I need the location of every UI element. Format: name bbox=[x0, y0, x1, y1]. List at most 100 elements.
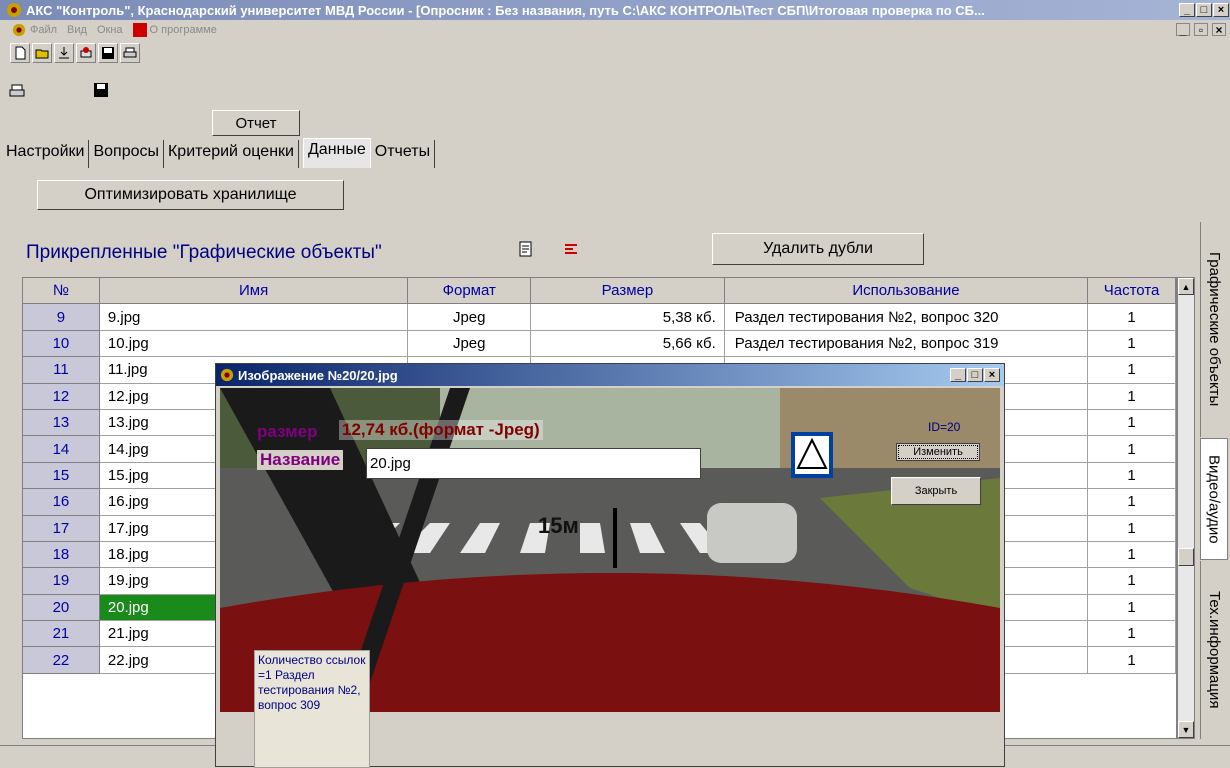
mdi-close-button[interactable]: × bbox=[1212, 23, 1226, 36]
side-tab-tech-info[interactable]: Тех.информация bbox=[1200, 561, 1228, 739]
row-number-cell[interactable]: 12 bbox=[23, 383, 100, 410]
export-icon[interactable] bbox=[54, 43, 74, 63]
row-number-cell[interactable]: 16 bbox=[23, 489, 100, 516]
frequency-cell[interactable]: 1 bbox=[1088, 357, 1176, 384]
menu-windows[interactable]: Окна bbox=[97, 24, 123, 36]
menu-bar: Файл Вид Окна О программе _ ▫ × bbox=[0, 20, 1230, 40]
about-icon bbox=[132, 23, 147, 37]
table-row[interactable]: 10 10.jpg Jpeg 5,66 кб. Раздел тестирования … bbox=[23, 330, 1176, 358]
report-button[interactable]: Отчет bbox=[212, 110, 300, 136]
col-number-header[interactable]: № bbox=[23, 278, 100, 305]
col-format-header[interactable]: Формат bbox=[408, 278, 532, 305]
row-number-cell[interactable]: 19 bbox=[23, 568, 100, 595]
frequency-cell[interactable]: 1 bbox=[1088, 436, 1176, 463]
popup-close-button[interactable]: × bbox=[984, 368, 1000, 382]
size-cell[interactable]: 5,66 кб. bbox=[531, 330, 725, 358]
minimize-button[interactable]: _ bbox=[1179, 3, 1195, 17]
popup-maximize-button[interactable]: □ bbox=[967, 368, 983, 382]
frequency-cell[interactable]: 1 bbox=[1088, 594, 1176, 622]
name-cell[interactable]: 10.jpg bbox=[99, 330, 409, 358]
frequency-cell[interactable]: 1 bbox=[1088, 489, 1176, 516]
frequency-cell[interactable]: 1 bbox=[1088, 409, 1176, 437]
size-label: размер bbox=[257, 422, 318, 441]
name-cell[interactable]: 9.jpg bbox=[99, 304, 409, 331]
tab-data[interactable]: Данные bbox=[302, 138, 371, 168]
name-label: Название bbox=[257, 450, 344, 470]
scroll-thumb[interactable] bbox=[1178, 548, 1194, 566]
tab-reports[interactable]: Отчеты bbox=[375, 140, 436, 168]
print-icon[interactable] bbox=[120, 43, 140, 63]
frequency-cell[interactable]: 1 bbox=[1088, 621, 1176, 648]
row-number-cell[interactable]: 13 bbox=[23, 409, 100, 437]
print-preview-icon[interactable] bbox=[76, 43, 96, 63]
row-number-cell[interactable]: 9 bbox=[23, 304, 100, 331]
row-number-cell[interactable]: 22 bbox=[23, 647, 100, 674]
window-title: АКС "Контроль", Краснодарский университе… bbox=[26, 2, 985, 18]
popup-title-bar: Изображение №20/20.jpg _ □ × bbox=[216, 364, 1004, 386]
new-file-icon[interactable] bbox=[10, 43, 30, 63]
side-tab-graphics[interactable]: Графические объекты bbox=[1200, 222, 1228, 437]
save-icon[interactable] bbox=[93, 82, 111, 100]
export-image-icon[interactable] bbox=[515, 238, 537, 260]
mdi-restore-button[interactable]: ▫ bbox=[1194, 23, 1208, 36]
image-name-input[interactable]: 20.jpg bbox=[366, 448, 701, 479]
usage-cell[interactable]: Раздел тестирования №2, вопрос 320 bbox=[724, 304, 1089, 331]
distance-label: 15м bbox=[538, 513, 579, 538]
tab-criteria[interactable]: Критерий оценки bbox=[168, 140, 299, 168]
save-icon[interactable] bbox=[98, 43, 118, 63]
col-size-header[interactable]: Размер bbox=[531, 278, 725, 305]
row-number-cell[interactable]: 15 bbox=[23, 462, 100, 490]
frequency-cell[interactable]: 1 bbox=[1088, 541, 1176, 569]
side-tab-video-audio[interactable]: Видео/аудио bbox=[1200, 438, 1228, 560]
row-number-cell[interactable]: 18 bbox=[23, 541, 100, 569]
menu-file[interactable]: Файл bbox=[30, 24, 57, 36]
size-cell[interactable]: 5,38 кб. bbox=[531, 304, 725, 331]
usage-cell[interactable]: Раздел тестирования №2, вопрос 319 bbox=[724, 330, 1089, 358]
frequency-cell[interactable]: 1 bbox=[1088, 330, 1176, 358]
frequency-cell[interactable]: 1 bbox=[1088, 647, 1176, 674]
sort-icon[interactable] bbox=[560, 238, 582, 260]
popup-title: Изображение №20/20.jpg bbox=[238, 367, 398, 383]
remove-duplicates-button[interactable]: Удалить дубли bbox=[712, 233, 924, 265]
open-folder-icon[interactable] bbox=[32, 43, 52, 63]
table-row[interactable]: 9 9.jpg Jpeg 5,38 кб. Раздел тестирования №2… bbox=[23, 304, 1176, 331]
optimize-storage-button[interactable]: Оптимизировать хранилище bbox=[37, 180, 344, 210]
grid-vertical-scrollbar[interactable]: ▲ ▼ bbox=[1177, 277, 1195, 739]
row-number-cell[interactable]: 21 bbox=[23, 621, 100, 648]
tab-settings[interactable]: Настройки bbox=[6, 140, 90, 168]
scroll-down-button[interactable]: ▼ bbox=[1178, 721, 1194, 738]
close-popup-button[interactable]: Закрыть bbox=[891, 477, 981, 505]
frequency-cell[interactable]: 1 bbox=[1088, 515, 1176, 542]
mdi-controls: _ ▫ × bbox=[1172, 23, 1226, 36]
app-icon bbox=[220, 368, 234, 382]
print-icon[interactable] bbox=[8, 82, 26, 100]
maximize-button[interactable]: □ bbox=[1196, 3, 1212, 17]
frequency-cell[interactable]: 1 bbox=[1088, 568, 1176, 595]
menu-about[interactable]: О программе bbox=[150, 24, 217, 36]
col-usage-header[interactable]: Использование bbox=[724, 278, 1089, 305]
row-number-cell[interactable]: 10 bbox=[23, 330, 100, 358]
frequency-cell[interactable]: 1 bbox=[1088, 304, 1176, 331]
row-number-cell[interactable]: 20 bbox=[23, 594, 100, 622]
mdi-minimize-button[interactable]: _ bbox=[1176, 23, 1190, 36]
format-cell[interactable]: Jpeg bbox=[408, 304, 532, 331]
tab-questions[interactable]: Вопросы bbox=[93, 140, 164, 168]
close-button[interactable]: × bbox=[1213, 3, 1229, 17]
menu-view[interactable]: Вид bbox=[67, 24, 87, 36]
frequency-cell[interactable]: 1 bbox=[1088, 462, 1176, 490]
change-image-button[interactable]: Изменить bbox=[896, 443, 980, 461]
popup-minimize-button[interactable]: _ bbox=[950, 368, 966, 382]
section-title: Прикрепленные "Графические объекты" bbox=[26, 242, 382, 263]
row-number-cell[interactable]: 17 bbox=[23, 515, 100, 542]
image-preview-window: Изображение №20/20.jpg _ □ × 15м размер … bbox=[215, 363, 1005, 768]
tab-bar: Настройки Вопросы Критерий оценки Данные… bbox=[6, 138, 439, 168]
col-frequency-header[interactable]: Частота bbox=[1088, 278, 1176, 305]
scroll-up-button[interactable]: ▲ bbox=[1178, 278, 1194, 295]
frequency-cell[interactable]: 1 bbox=[1088, 383, 1176, 410]
references-info: Количество ссылок =1 Раздел тестирования… bbox=[254, 650, 370, 768]
format-cell[interactable]: Jpeg bbox=[408, 330, 532, 358]
col-name-header[interactable]: Имя bbox=[99, 278, 409, 305]
row-number-cell[interactable]: 14 bbox=[23, 436, 100, 463]
size-value: 12,74 кб.(формат -Jpeg) bbox=[339, 420, 543, 440]
row-number-cell[interactable]: 11 bbox=[23, 357, 100, 384]
